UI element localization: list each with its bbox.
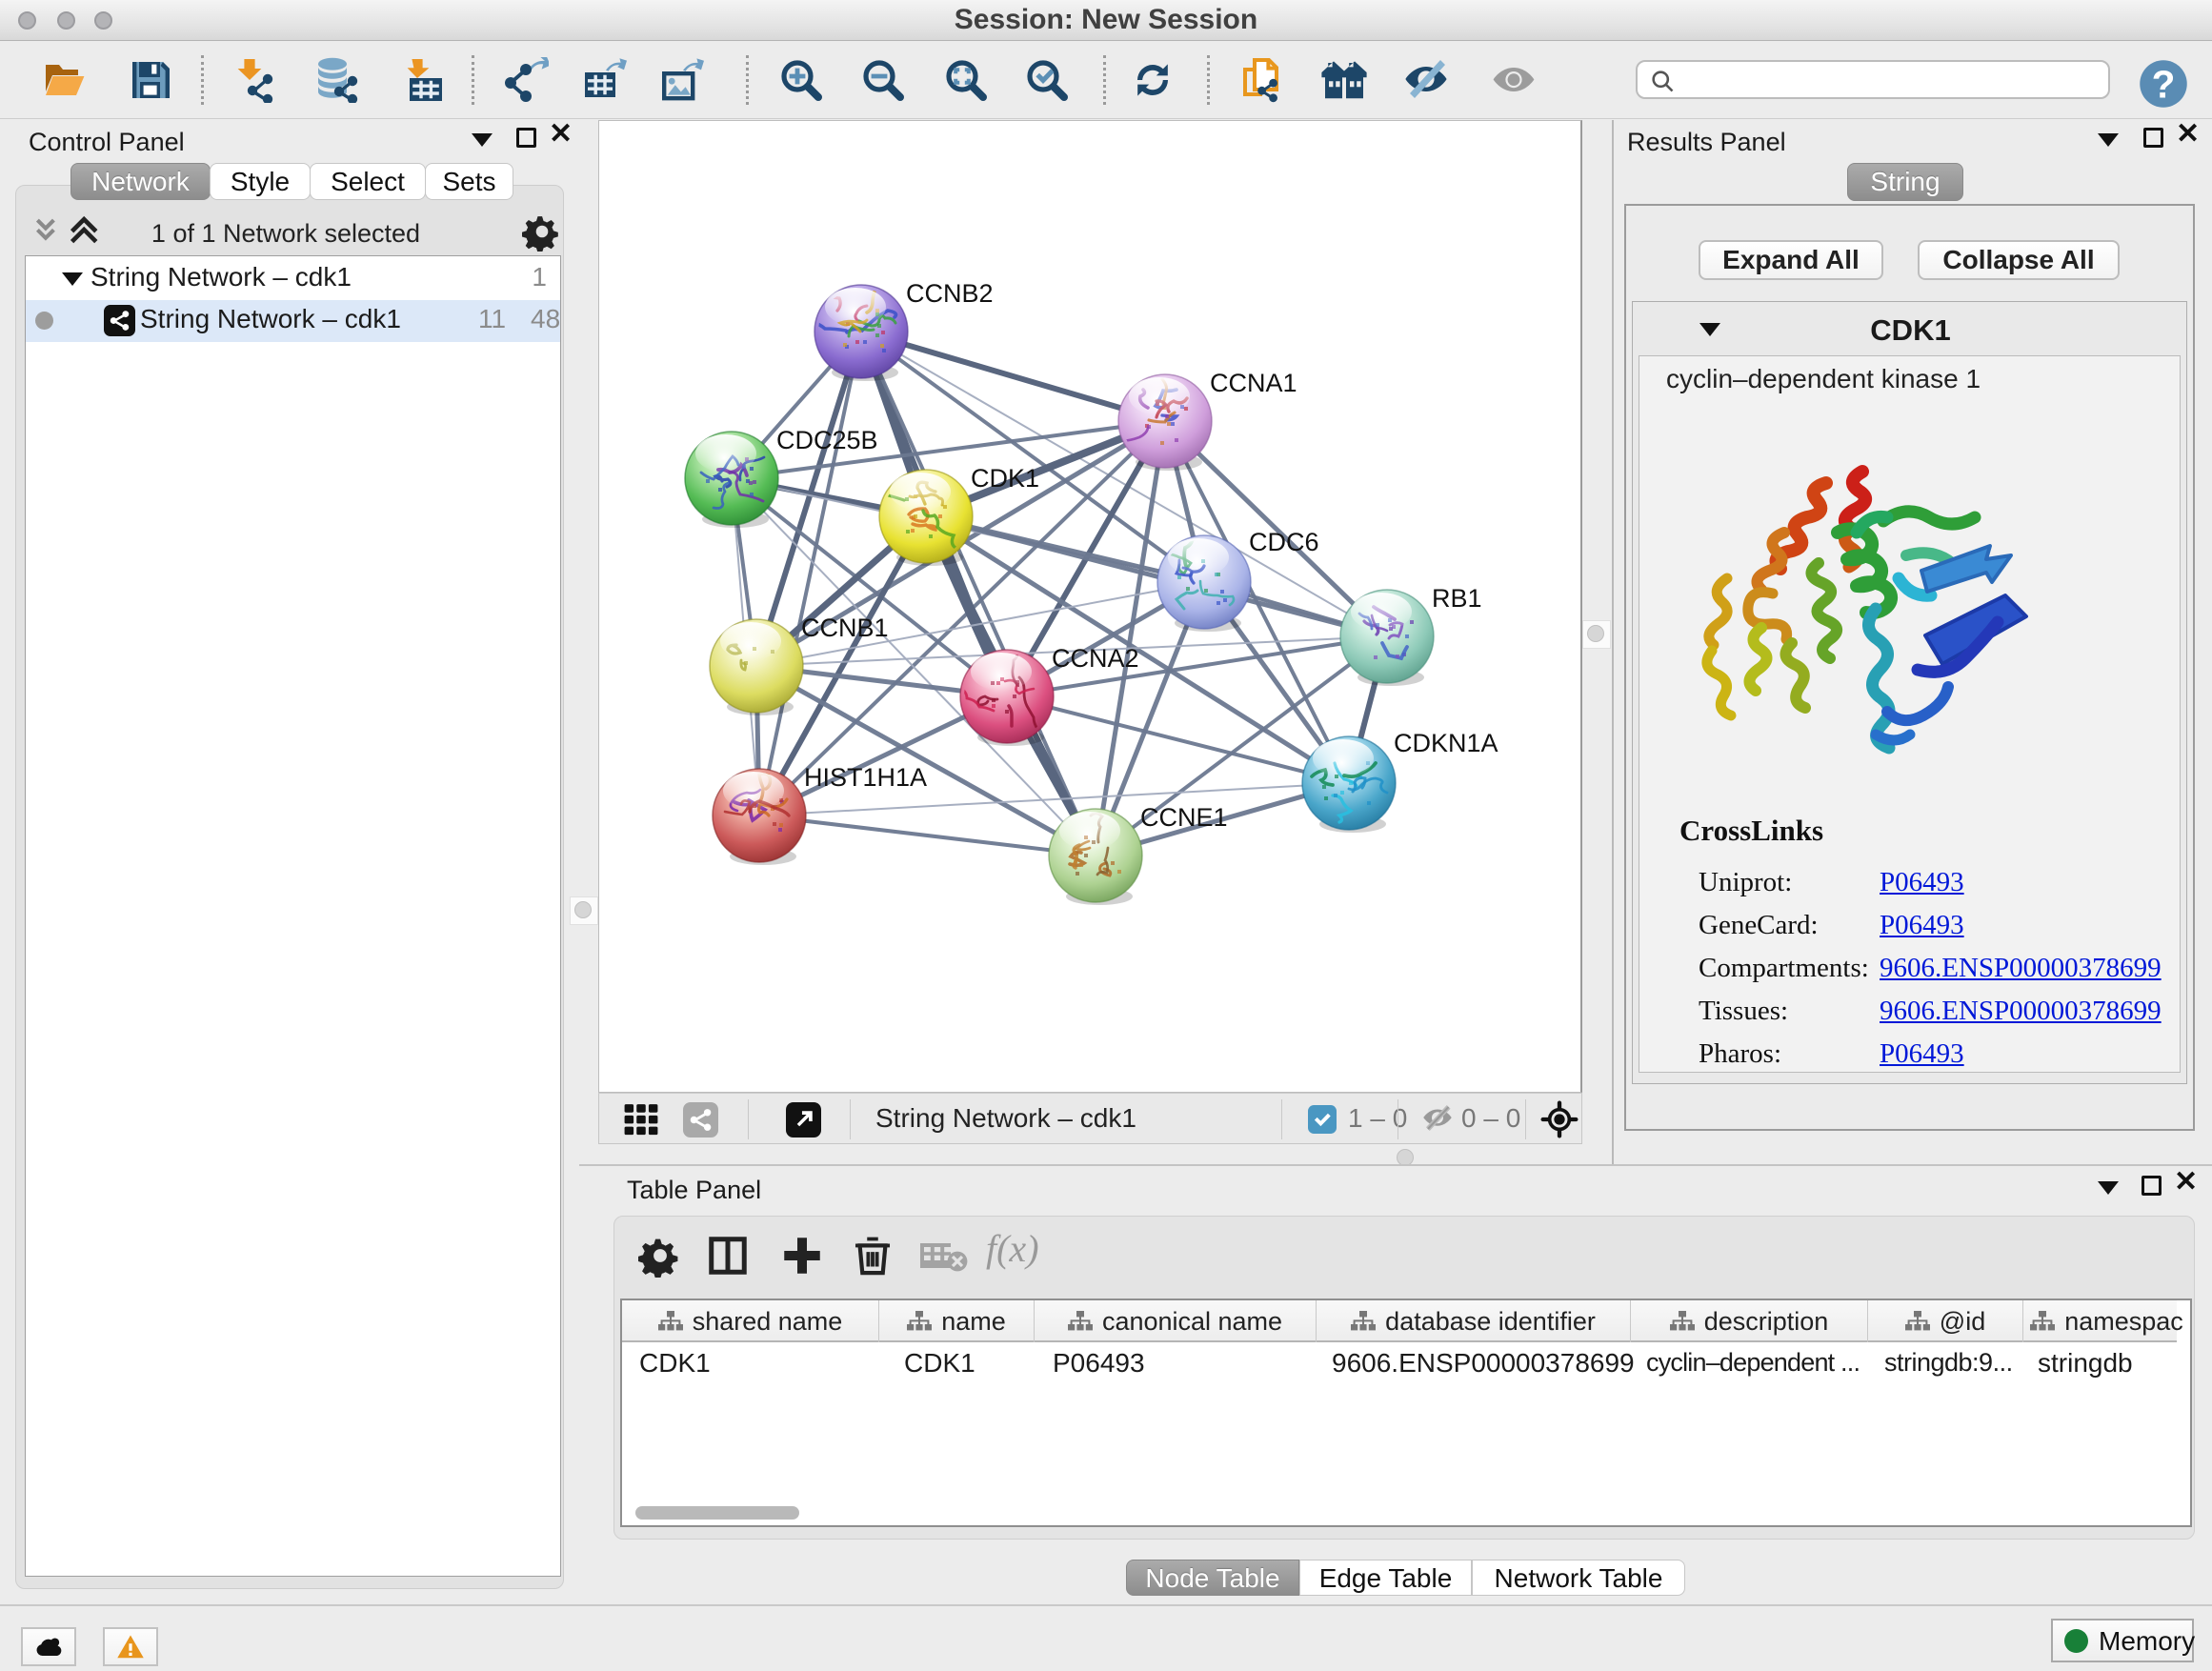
svg-text:CDK1: CDK1 xyxy=(971,464,1039,493)
svg-text:RB1: RB1 xyxy=(1432,584,1482,613)
svg-text:?: ? xyxy=(2152,62,2176,106)
svg-text:HIST1H1A: HIST1H1A xyxy=(804,763,927,792)
svg-text:CDC6: CDC6 xyxy=(1249,528,1319,556)
svg-text:CCNA1: CCNA1 xyxy=(1210,369,1297,397)
svg-text:CCNB1: CCNB1 xyxy=(801,614,889,642)
svg-text:CCNA2: CCNA2 xyxy=(1052,644,1139,673)
svg-text:CCNE1: CCNE1 xyxy=(1140,803,1228,832)
svg-text:CDC25B: CDC25B xyxy=(776,426,878,454)
svg-text:CCNB2: CCNB2 xyxy=(906,279,994,308)
svg-text:CDKN1A: CDKN1A xyxy=(1394,729,1498,757)
